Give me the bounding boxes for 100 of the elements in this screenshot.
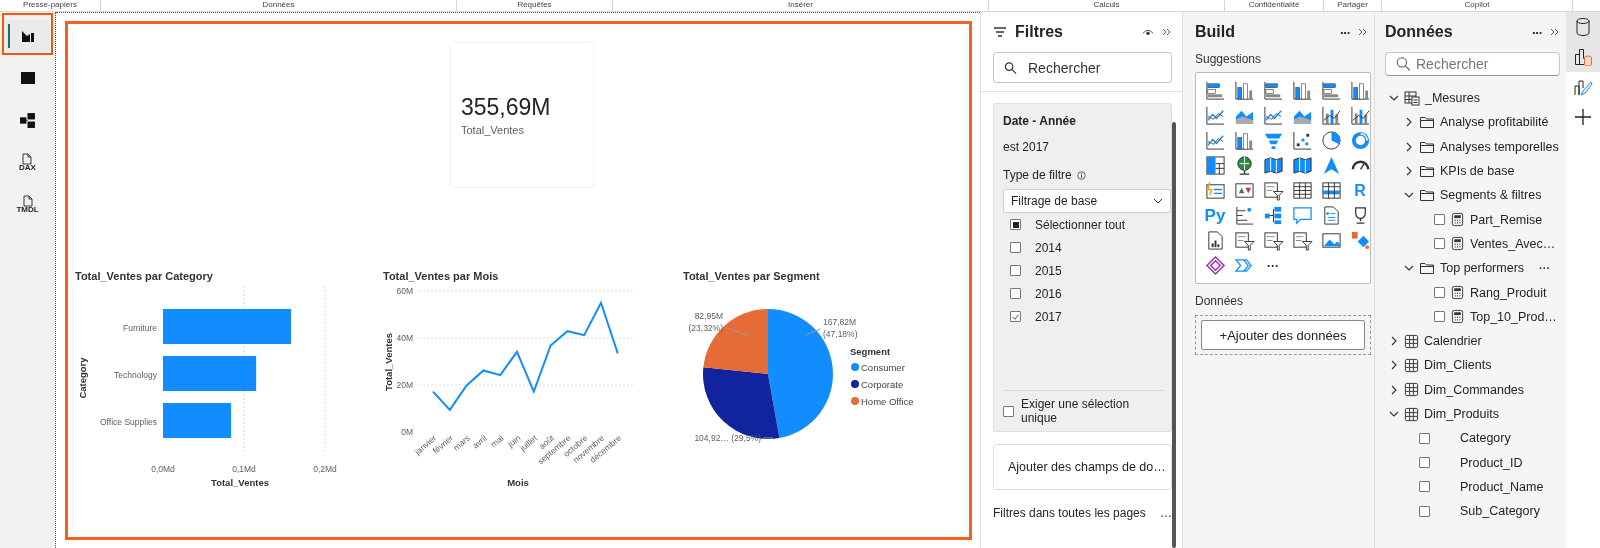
pane-toggle-button[interactable]	[1566, 42, 1600, 72]
checkbox[interactable]	[1434, 238, 1445, 250]
scrollbar[interactable]	[1172, 122, 1176, 548]
field-list-item[interactable]: KPIs de base	[1440, 164, 1515, 179]
column-chart-icon[interactable]	[1349, 80, 1371, 101]
field-list-item[interactable]: Top_10_Prod…	[1470, 309, 1557, 324]
tree-icon[interactable]	[1233, 205, 1255, 226]
checkbox-label[interactable]: Exiger une sélection unique	[1021, 397, 1165, 425]
checkbox[interactable]	[1010, 288, 1021, 299]
field-list-item[interactable]: Dim_Commandes	[1424, 382, 1525, 397]
legend-label[interactable]: Consumer	[861, 362, 905, 373]
field-list-item[interactable]: Top performers	[1440, 261, 1525, 276]
view-button[interactable]	[5, 20, 50, 52]
field-list-item[interactable]: Dim_Clients	[1424, 358, 1492, 373]
chevron-icon[interactable]	[1389, 336, 1399, 347]
more-options[interactable]: …	[1160, 506, 1172, 520]
scatter-chart-icon[interactable]	[1291, 130, 1313, 151]
field-list-item[interactable]: Category	[1460, 431, 1511, 446]
field-list-item[interactable]: Analyses temporelles	[1440, 139, 1559, 154]
field-list-item[interactable]: Sub_Category	[1460, 504, 1540, 519]
eye-icon[interactable]	[1142, 27, 1154, 37]
column-chart-icon[interactable]	[1233, 130, 1255, 151]
filter-icon[interactable]	[1262, 180, 1284, 201]
drop-zone[interactable]: Ajouter des champs de do…	[993, 444, 1172, 490]
chevron-icon[interactable]	[1389, 384, 1399, 395]
table-icon[interactable]	[1291, 180, 1313, 201]
card-icon[interactable]	[1204, 180, 1226, 201]
info-icon[interactable]	[1076, 170, 1086, 180]
line-chart-icon[interactable]	[1262, 105, 1284, 126]
view-button[interactable]: TMDL	[5, 188, 50, 220]
column-chart-icon[interactable]	[1291, 80, 1313, 101]
pie-chart-icon[interactable]	[1320, 130, 1342, 151]
filter-option-label[interactable]: 2014	[1035, 240, 1062, 255]
drop-zone[interactable]: +Ajouter des données	[1195, 315, 1371, 355]
collapse-icon[interactable]	[1162, 27, 1172, 37]
filter-option-label[interactable]: Sélectionner tout	[1035, 217, 1126, 232]
collapse-icon[interactable]	[1550, 27, 1560, 37]
line-chart-icon[interactable]	[1204, 105, 1226, 126]
more-options[interactable]: ···	[1532, 24, 1542, 40]
checkbox[interactable]	[1010, 219, 1021, 230]
field-list-item[interactable]: Dim_Produits	[1424, 407, 1500, 421]
checkbox[interactable]	[1010, 242, 1021, 253]
field-list-item[interactable]: _Mesures	[1425, 91, 1480, 106]
filter-icon[interactable]	[1233, 230, 1255, 251]
filter-type-dropdown[interactable]: Filtrage de base	[1003, 189, 1171, 213]
checkbox[interactable]	[1419, 505, 1430, 517]
chevron-icon[interactable]	[1404, 166, 1414, 177]
combo-chart-icon[interactable]	[1320, 105, 1342, 126]
matrix-icon[interactable]	[1320, 180, 1342, 201]
chevron-icon[interactable]	[1404, 141, 1414, 152]
filter-option-label[interactable]: 2015	[1035, 263, 1062, 278]
chevron-icon[interactable]	[1389, 360, 1399, 371]
legend-label[interactable]: Corporate	[861, 379, 904, 390]
field-list-item[interactable]: Product_Name	[1460, 479, 1544, 494]
pane-toggle-button[interactable]	[1566, 12, 1600, 42]
legend-label[interactable]: Home Office	[861, 396, 914, 407]
filter-option-label[interactable]: 2017	[1035, 309, 1062, 324]
map-icon[interactable]	[1291, 155, 1313, 176]
treemap-icon[interactable]	[1204, 155, 1226, 176]
checkbox[interactable]	[1419, 457, 1430, 469]
collapse-icon[interactable]	[1358, 27, 1368, 37]
more-options[interactable]: ···	[1340, 24, 1350, 40]
checkbox[interactable]	[1434, 214, 1445, 226]
map-icon[interactable]	[1262, 155, 1284, 176]
chevron-icon[interactable]	[1389, 409, 1399, 419]
kpi-icon[interactable]	[1233, 180, 1255, 201]
line-series[interactable]	[432, 300, 619, 412]
checkbox[interactable]	[1419, 481, 1430, 493]
bar-chart-icon[interactable]	[1320, 80, 1342, 101]
checkbox[interactable]	[1003, 405, 1014, 417]
column-chart-icon[interactable]	[1233, 80, 1255, 101]
more-visuals-button[interactable]: ···	[1267, 258, 1279, 273]
filter-option-label[interactable]: 2016	[1035, 286, 1062, 301]
checkbox[interactable]	[1434, 311, 1445, 323]
view-button[interactable]: DAX	[5, 146, 50, 178]
filter-icon[interactable]	[1291, 230, 1313, 251]
checkbox[interactable]	[1419, 432, 1430, 444]
more-options[interactable]: ···	[1539, 262, 1551, 275]
checkbox[interactable]	[1434, 287, 1445, 298]
bar-chart-icon[interactable]	[1204, 80, 1226, 101]
field-list-item[interactable]: Segments & filtres	[1440, 188, 1542, 203]
hierarchy-icon[interactable]	[1262, 205, 1284, 226]
line-chart-icon[interactable]	[1204, 130, 1226, 151]
search-field[interactable]: Rechercher	[1385, 52, 1560, 76]
field-list-item[interactable]: Ventes_Avec…	[1470, 236, 1556, 251]
field-list-item[interactable]: Rang_Produit	[1470, 285, 1547, 300]
combo-chart-icon[interactable]	[1349, 105, 1371, 126]
checkbox[interactable]	[1010, 265, 1021, 276]
image-icon[interactable]	[1320, 230, 1342, 251]
add-data-button[interactable]: +Ajouter des données	[1201, 320, 1365, 350]
search-field[interactable]: Rechercher	[993, 52, 1172, 83]
field-list-item[interactable]: Product_ID	[1460, 455, 1523, 470]
field-list-item[interactable]: Calendrier	[1424, 334, 1482, 349]
diamond-icon[interactable]	[1204, 255, 1226, 276]
bar-chart-icon[interactable]	[1262, 80, 1284, 101]
chevron-icon[interactable]	[1404, 117, 1414, 128]
checkbox[interactable]	[1010, 311, 1021, 322]
filter-icon[interactable]	[1262, 230, 1284, 251]
field-list-item[interactable]: Analyse profitabilité	[1440, 115, 1549, 130]
field-list-item[interactable]: Part_Remise	[1470, 212, 1543, 227]
